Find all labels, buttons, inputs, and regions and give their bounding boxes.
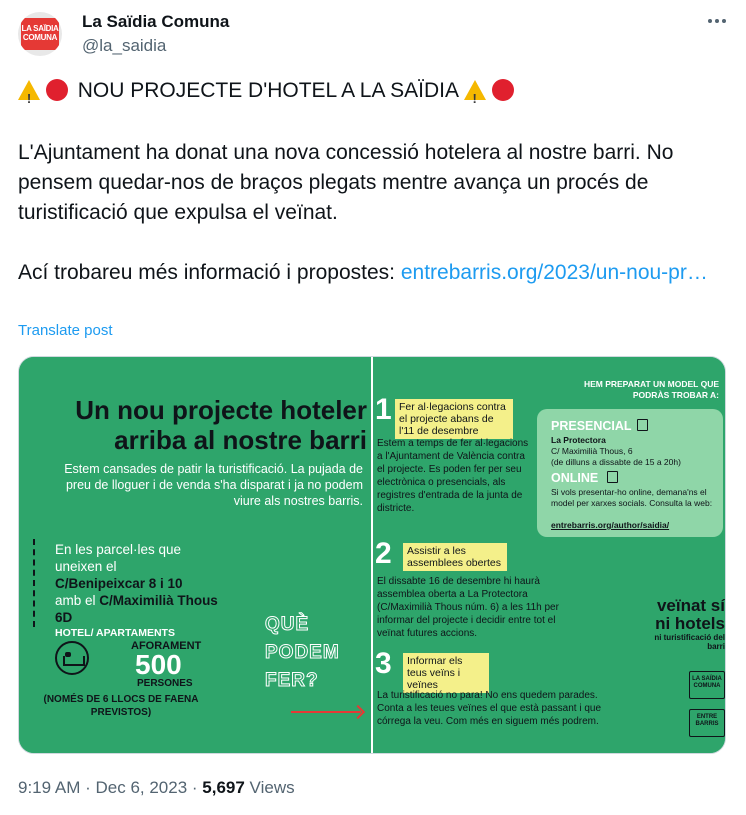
- arrow-right-icon: [291, 711, 361, 713]
- warning-icon: [18, 80, 40, 114]
- laptop-icon: [607, 471, 618, 483]
- bed-icon: [55, 641, 89, 675]
- warning-icon: [463, 80, 486, 114]
- translate-post-link[interactable]: Translate post: [18, 322, 113, 339]
- poster-left-panel: Un nou projecte hoteler arriba al nostre…: [19, 357, 371, 753]
- presencial-place: La Protectora: [551, 435, 606, 445]
- document-icon: [637, 419, 648, 431]
- slogan: veïnat sí ni hotels ni turistificació de…: [641, 596, 725, 652]
- views-label: Views: [244, 778, 295, 797]
- slogan-line-3: ni turistificació del barri: [654, 633, 725, 651]
- jobs-note: (NOMÉS DE 6 LLOCS DE FAENA PREVISTOS): [43, 694, 199, 718]
- entre-barris-logo: ENTRE BARRIS: [689, 709, 725, 737]
- step-3-tag: Informar els teus veïns i veïnes: [403, 653, 489, 693]
- post-paragraph-1: L'Ajuntament ha donat una nova concessió…: [18, 141, 674, 224]
- avatar[interactable]: LA SAÏDIA COMUNA: [18, 12, 62, 56]
- model-heading: HEM PREPARAT UN MODEL QUE PODRÀS TROBAR …: [583, 379, 719, 400]
- presencial-address: C/ Maximilià Thous, 6: [551, 446, 633, 456]
- slogan-line-1: veïnat sí: [656, 596, 725, 615]
- post-title: NOU PROJECTE D'HOTEL A LA SAÏDIA: [77, 79, 458, 102]
- views-count: 5,697: [202, 778, 245, 797]
- post-meta: 9:19 AM · Dec 6, 2023 · 5,697 Views: [18, 778, 295, 798]
- post-link[interactable]: entrebarris.org/2023/un-nou-pr…: [401, 261, 708, 284]
- saidia-comuna-logo: LA SAÏDIA COMUNA: [689, 671, 725, 699]
- presencial-heading: PRESENCIAL: [551, 419, 632, 433]
- model-card: PRESENCIAL La Protectora C/ Maximilià Th…: [537, 409, 723, 537]
- step-2-tag: Assistir a les assemblees obertes: [403, 543, 507, 571]
- hotel-label: HOTEL/ APARTAMENTS: [55, 627, 175, 639]
- paragraph-2-text: Ací trobareu més informació i propostes:: [18, 261, 401, 284]
- step-1-tag: Fer al·legacions contra el projecte aban…: [395, 399, 513, 439]
- location-street-1: C/Benipeixcar 8 i 10: [55, 576, 183, 591]
- poster-location: En les parcel·les que uneixen el C/Benip…: [55, 541, 225, 626]
- post-title-line: NOU PROJECTE D'HOTEL A LA SAÏDIA: [18, 76, 718, 114]
- que-podem-fer: QUÈ PODEM FER?: [265, 611, 355, 695]
- author-handle[interactable]: @la_saidia: [82, 36, 166, 56]
- avatar-logo: LA SAÏDIA COMUNA: [21, 18, 59, 50]
- meta-separator: ·: [80, 778, 96, 797]
- poster-title-line-2: arriba al nostre barri: [114, 425, 367, 455]
- step-2-text: El dissabte 16 de desembre hi haurà asse…: [377, 576, 559, 639]
- step-1-text: Estem a temps de fer al·legacions a l'Aj…: [377, 438, 529, 514]
- capacity-count: 500: [135, 649, 182, 680]
- post-image[interactable]: Un nou projecte hoteler arriba al nostre…: [18, 356, 726, 754]
- author-display-name[interactable]: La Saïdia Comuna: [82, 12, 229, 32]
- red-circle-icon: [491, 79, 514, 101]
- more-options-icon[interactable]: [706, 14, 728, 28]
- online-link: entrebarris.org/author/saidia/: [551, 520, 670, 530]
- location-amb: amb el: [55, 593, 96, 608]
- poster-right-panel: HEM PREPARAT UN MODEL QUE PODRÀS TROBAR …: [373, 357, 725, 753]
- step-3-text: La turistificació no para! No ens quedem…: [377, 690, 602, 727]
- location-intro: En les parcel·les que uneixen el: [55, 542, 182, 574]
- que-line-1: QUÈ: [265, 614, 310, 636]
- step-2-number: 2: [375, 537, 392, 570]
- presencial-hours: (de dilluns a dissabte de 15 a 20h): [551, 457, 681, 467]
- step-3-number: 3: [375, 647, 392, 680]
- post-paragraph-2: Ací trobareu més informació i propostes:…: [18, 258, 718, 288]
- step-1-number: 1: [375, 393, 392, 426]
- post-time[interactable]: 9:19 AM: [18, 778, 80, 797]
- poster-intro: Estem cansades de patir la turistificaci…: [64, 462, 363, 508]
- poster-title-line-1: Un nou projecte hoteler: [75, 395, 367, 425]
- online-heading: ONLINE: [551, 471, 599, 485]
- que-line-3: FER?: [265, 670, 319, 692]
- post: LA SAÏDIA COMUNA La Saïdia Comuna @la_sa…: [0, 0, 746, 815]
- slogan-line-2: ni hotels: [655, 614, 725, 633]
- meta-separator: ·: [187, 778, 203, 797]
- online-text: Si vols presentar-ho online, demana'ns e…: [551, 487, 713, 508]
- persones-label: PERSONES: [137, 678, 193, 689]
- que-line-2: PODEM: [265, 642, 340, 664]
- red-circle-icon: [45, 79, 68, 101]
- poster-title: Un nou projecte hoteler arriba al nostre…: [29, 395, 367, 455]
- post-date[interactable]: Dec 6, 2023: [95, 778, 187, 797]
